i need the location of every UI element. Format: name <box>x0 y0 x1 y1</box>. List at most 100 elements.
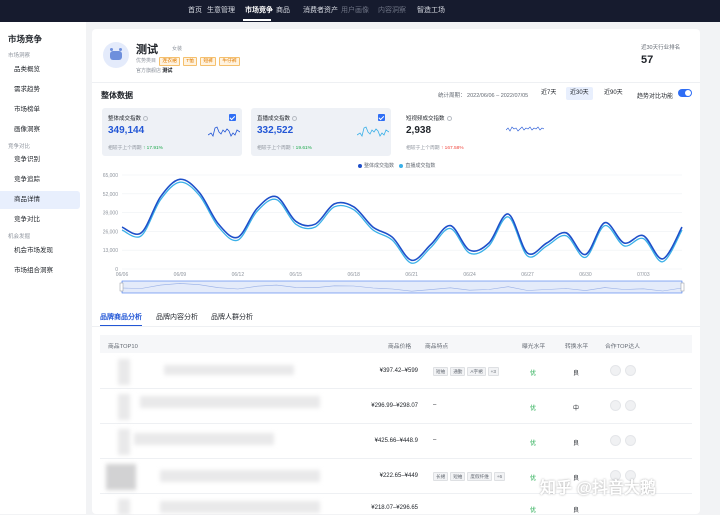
talent-avatar[interactable] <box>625 400 636 411</box>
product-title <box>134 433 274 445</box>
col-header-conversion: 转换水平 <box>565 344 589 350</box>
tab-audience-analysis[interactable]: 品牌人群分析 <box>211 312 253 322</box>
exposure-level: 优 <box>530 406 537 412</box>
sidebar-item-track[interactable]: 竞争追踪 <box>0 171 80 189</box>
x-tick-label: 06/24 <box>463 272 476 278</box>
product-features: 长裙 短袖 度假纤维 +6 <box>433 472 507 481</box>
stat-period-value: 2022/06/06 – 2022/07/05 <box>467 93 529 99</box>
product-price: ¥222.65–¥449 <box>379 473 418 479</box>
sidebar-item-detail[interactable]: 商品详情 <box>0 191 80 209</box>
stat-period: 统计周期： 2022/06/06 – 2022/07/05 <box>438 91 528 99</box>
metric-card-overall[interactable]: 整体成交指数 349,144 相较于上个周期 ↑ 17.91% <box>102 108 242 156</box>
x-tick-label: 06/21 <box>405 272 418 278</box>
help-icon[interactable] <box>446 116 452 122</box>
range-7d-button[interactable]: 近7天 <box>537 87 560 100</box>
y-tick-label: 26,000 <box>103 229 119 235</box>
nav-goods[interactable]: 商品 <box>276 5 290 15</box>
nav-content[interactable]: 内容洞察 <box>378 5 406 15</box>
official-label: 官方旗舰店 <box>136 68 162 74</box>
x-tick-label: 07/03 <box>637 272 650 278</box>
rank-value: 57 <box>641 54 654 66</box>
table-row[interactable]: ¥218.07–¥296.65 优 良 <box>100 495 692 515</box>
card-checkbox[interactable] <box>229 114 236 121</box>
product-title <box>164 365 294 375</box>
x-tick-label: 06/06 <box>116 272 129 278</box>
sidebar-group-opportunity: 机会发掘 <box>8 234 31 240</box>
watermark: 知乎 @抖音大鹅 <box>540 480 657 497</box>
talent-avatar[interactable] <box>625 435 636 446</box>
talent-avatar[interactable] <box>610 435 621 446</box>
sidebar-group-compete: 竞争对比 <box>8 144 31 150</box>
product-title <box>160 501 320 513</box>
chart-legend: 整体成交指数 直播成交指数 <box>354 162 435 169</box>
conversion-level: 良 <box>573 371 580 377</box>
talent-avatar[interactable] <box>610 365 621 376</box>
nav-consumer[interactable]: 消费者资产 <box>303 5 338 15</box>
sidebar-item-combo[interactable]: 市场组合洞察 <box>0 262 80 280</box>
product-price: ¥296.99–¥298.07 <box>371 403 418 409</box>
tab-goods-analysis[interactable]: 品牌商品分析 <box>100 312 142 322</box>
conversion-level: 中 <box>573 406 580 412</box>
table-row[interactable]: ¥425.66–¥448.9 – 优 良 <box>100 425 692 459</box>
table-row[interactable]: ¥296.99–¥298.07 – 优 中 <box>100 390 692 424</box>
product-image <box>118 394 130 420</box>
sidebar-item-discover[interactable]: 机会市场发现 <box>0 242 80 260</box>
table-header: 商品TOP10 商品价格 商品特点 曝光水平 转换水平 合作TOP达人 <box>100 335 692 353</box>
legend-dot-overall <box>358 163 362 168</box>
category-tag: 连衣裙 <box>159 57 180 66</box>
talent-avatar[interactable] <box>625 365 636 376</box>
col-header-features: 商品特点 <box>425 344 449 350</box>
talent-avatar[interactable] <box>610 400 621 411</box>
category-tag: T恤 <box>183 57 197 66</box>
sidebar-item-ranking[interactable]: 市场榜单 <box>0 101 80 119</box>
exposure-level: 优 <box>530 371 537 377</box>
tab-content-analysis[interactable]: 品牌内容分析 <box>156 312 198 322</box>
trend-chart[interactable]: 65,00052,00039,00026,00013,000006/06 06/0… <box>92 169 700 303</box>
table-row[interactable]: ¥397.42–¥599 短袖 通勤 A字裙 +3 优 良 <box>100 355 692 389</box>
nav-market[interactable]: 市场竞争 <box>245 5 273 15</box>
sidebar-item-compare[interactable]: 竞争对比 <box>0 211 80 229</box>
sidebar-title: 市场竞争 <box>8 34 43 44</box>
tab-divider <box>92 326 700 327</box>
sidebar-item-demand[interactable]: 需求趋势 <box>0 81 80 99</box>
sidebar-item-portrait[interactable]: 画像洞察 <box>0 121 80 139</box>
card-value: 2,938 <box>406 125 432 136</box>
card-title: 短视频成交指数 <box>406 114 452 122</box>
trend-compare-toggle[interactable] <box>678 89 692 97</box>
col-header-exposure: 曝光水平 <box>522 344 546 350</box>
help-icon[interactable] <box>292 116 298 122</box>
sparkline <box>357 126 389 137</box>
card-value: 332,522 <box>257 125 294 136</box>
card-checkbox[interactable] <box>378 114 385 121</box>
product-image <box>106 464 136 490</box>
feature-chip: 通勤 <box>450 367 466 376</box>
card-compare: 相较于上个周期 ↑ 19.61% <box>257 146 312 151</box>
overview-title: 整体数据 <box>101 91 133 100</box>
col-header-top10: 商品TOP10 <box>108 344 138 350</box>
col-header-talents: 合作TOP达人 <box>605 344 640 350</box>
metric-card-live[interactable]: 直播成交指数 332,522 相较于上个周期 ↑ 19.61% <box>251 108 391 156</box>
product-features: 短袖 通勤 A字裙 +3 <box>433 367 501 376</box>
header-divider <box>92 82 700 83</box>
nav-business[interactable]: 生意管理 <box>207 5 235 15</box>
shop-name: 测试 <box>136 44 158 56</box>
y-tick-label: 65,000 <box>103 173 119 179</box>
feature-empty: – <box>433 437 437 443</box>
nav-home[interactable]: 首页 <box>188 5 202 15</box>
help-icon[interactable] <box>143 116 149 122</box>
exposure-level: 优 <box>530 476 537 482</box>
metric-card-video[interactable]: 短视频成交指数 2,938 相较于上个周期 ↑ 167.58% <box>400 108 544 156</box>
sidebar-item-category[interactable]: 品类概览 <box>0 61 80 79</box>
conversion-level: 良 <box>573 508 580 514</box>
nav-factory[interactable]: 智造工场 <box>417 5 445 15</box>
col-header-price: 商品价格 <box>388 344 412 350</box>
industry-rank: 近30天行业排名 57 <box>641 43 680 66</box>
range-30d-button[interactable]: 近30天 <box>566 87 593 100</box>
sidebar-item-identify[interactable]: 竞争识别 <box>0 151 80 169</box>
nav-portrait[interactable]: 用户画像 <box>341 5 369 15</box>
shop-badge: 女装 <box>172 46 183 52</box>
feature-chip: 长裙 <box>433 472 449 481</box>
range-90d-button[interactable]: 近90天 <box>600 87 627 100</box>
x-tick-label: 06/18 <box>347 272 360 278</box>
shop-official: 官方旗舰店 测试 <box>136 67 172 74</box>
